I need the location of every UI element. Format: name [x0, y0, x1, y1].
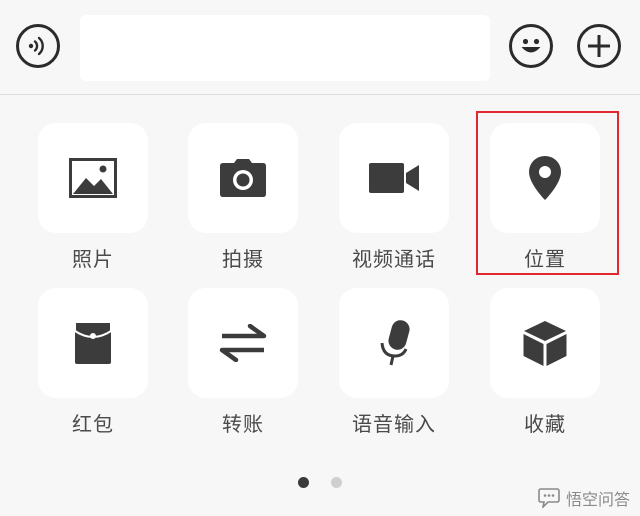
grid-item-photos[interactable]: 照片: [18, 123, 168, 272]
chat-bubble-icon: [538, 488, 560, 508]
transfer-arrows-icon: [219, 324, 267, 362]
grid-item-favorites[interactable]: 收藏: [470, 288, 620, 437]
grid-item-label: 拍摄: [222, 247, 264, 271]
grid-item-label: 语音输入: [352, 412, 436, 436]
image-icon: [69, 158, 117, 198]
message-input[interactable]: [80, 15, 490, 81]
watermark: 悟空问答: [538, 486, 630, 510]
grid-item-voice-input[interactable]: 语音输入: [319, 288, 469, 437]
page-indicator: [0, 473, 640, 488]
page-dot[interactable]: [330, 477, 342, 488]
camera-icon: [220, 159, 266, 197]
red-envelope-icon: [74, 321, 112, 364]
grid-item-label: 转账: [222, 412, 264, 436]
plus-icon: [588, 35, 610, 57]
grid-item-label: 收藏: [524, 412, 566, 436]
grid-item-camera[interactable]: 拍摄: [168, 123, 318, 272]
emoji-button[interactable]: [509, 24, 553, 68]
grid-item-label: 红包: [72, 412, 114, 436]
watermark-text: 悟空问答: [565, 490, 630, 509]
video-call-tile[interactable]: [339, 123, 449, 233]
grid-item-transfer[interactable]: 转账: [168, 288, 318, 437]
favorites-tile[interactable]: [490, 288, 600, 398]
smiley-icon: [521, 38, 541, 53]
transfer-tile[interactable]: [188, 288, 298, 398]
camera-tile[interactable]: [188, 123, 298, 233]
location-tile[interactable]: [490, 123, 600, 233]
grid-item-label: 照片: [72, 247, 114, 271]
location-pin-icon: [529, 156, 561, 200]
more-functions-button[interactable]: [577, 24, 621, 68]
chat-input-bar: [0, 0, 640, 95]
video-camera-icon: [369, 163, 419, 193]
grid-item-label: 位置: [524, 247, 566, 271]
voice-toggle-button[interactable]: [16, 24, 60, 68]
grid-item-video-call[interactable]: 视频通话: [319, 123, 469, 272]
cube-icon: [523, 321, 567, 366]
photos-tile[interactable]: [38, 123, 148, 233]
grid-item-red-packet[interactable]: 红包: [18, 288, 168, 437]
voice-wave-icon: [28, 36, 44, 56]
microphone-icon: [380, 320, 410, 366]
grid-item-location[interactable]: 位置: [470, 123, 620, 272]
grid-item-label: 视频通话: [352, 247, 436, 271]
red-packet-tile[interactable]: [38, 288, 148, 398]
voice-input-tile[interactable]: [339, 288, 449, 398]
